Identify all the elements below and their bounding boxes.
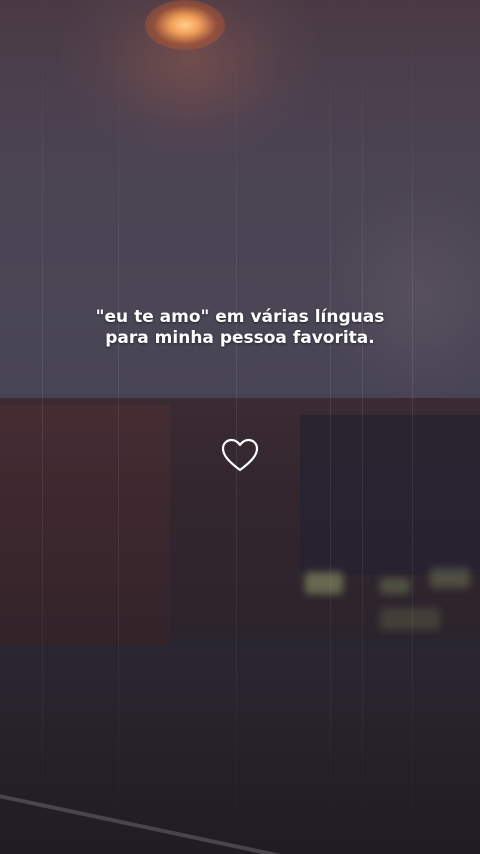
rain-streak [330, 0, 331, 854]
sun [145, 0, 225, 50]
window-light [380, 608, 440, 630]
window-light [430, 568, 470, 588]
window-light [380, 578, 410, 594]
heart-outline-icon [221, 438, 259, 472]
rain-streak [412, 0, 413, 854]
rain-streak [118, 0, 119, 854]
building-left [0, 405, 170, 645]
building-right [300, 415, 480, 575]
sky-haze [320, 180, 480, 410]
rain-streak [42, 0, 43, 854]
window-light [305, 572, 343, 594]
caption-line-2: para minha pessoa favorita. [105, 328, 375, 348]
rain-streak [362, 0, 363, 854]
background-photo: "eu te amo" em várias línguas para minha… [0, 0, 480, 854]
caption-text: "eu te amo" em várias línguas para minha… [0, 307, 480, 349]
street [0, 650, 480, 854]
caption-line-1: "eu te amo" em várias línguas [95, 307, 385, 327]
rain-streak [236, 0, 237, 854]
